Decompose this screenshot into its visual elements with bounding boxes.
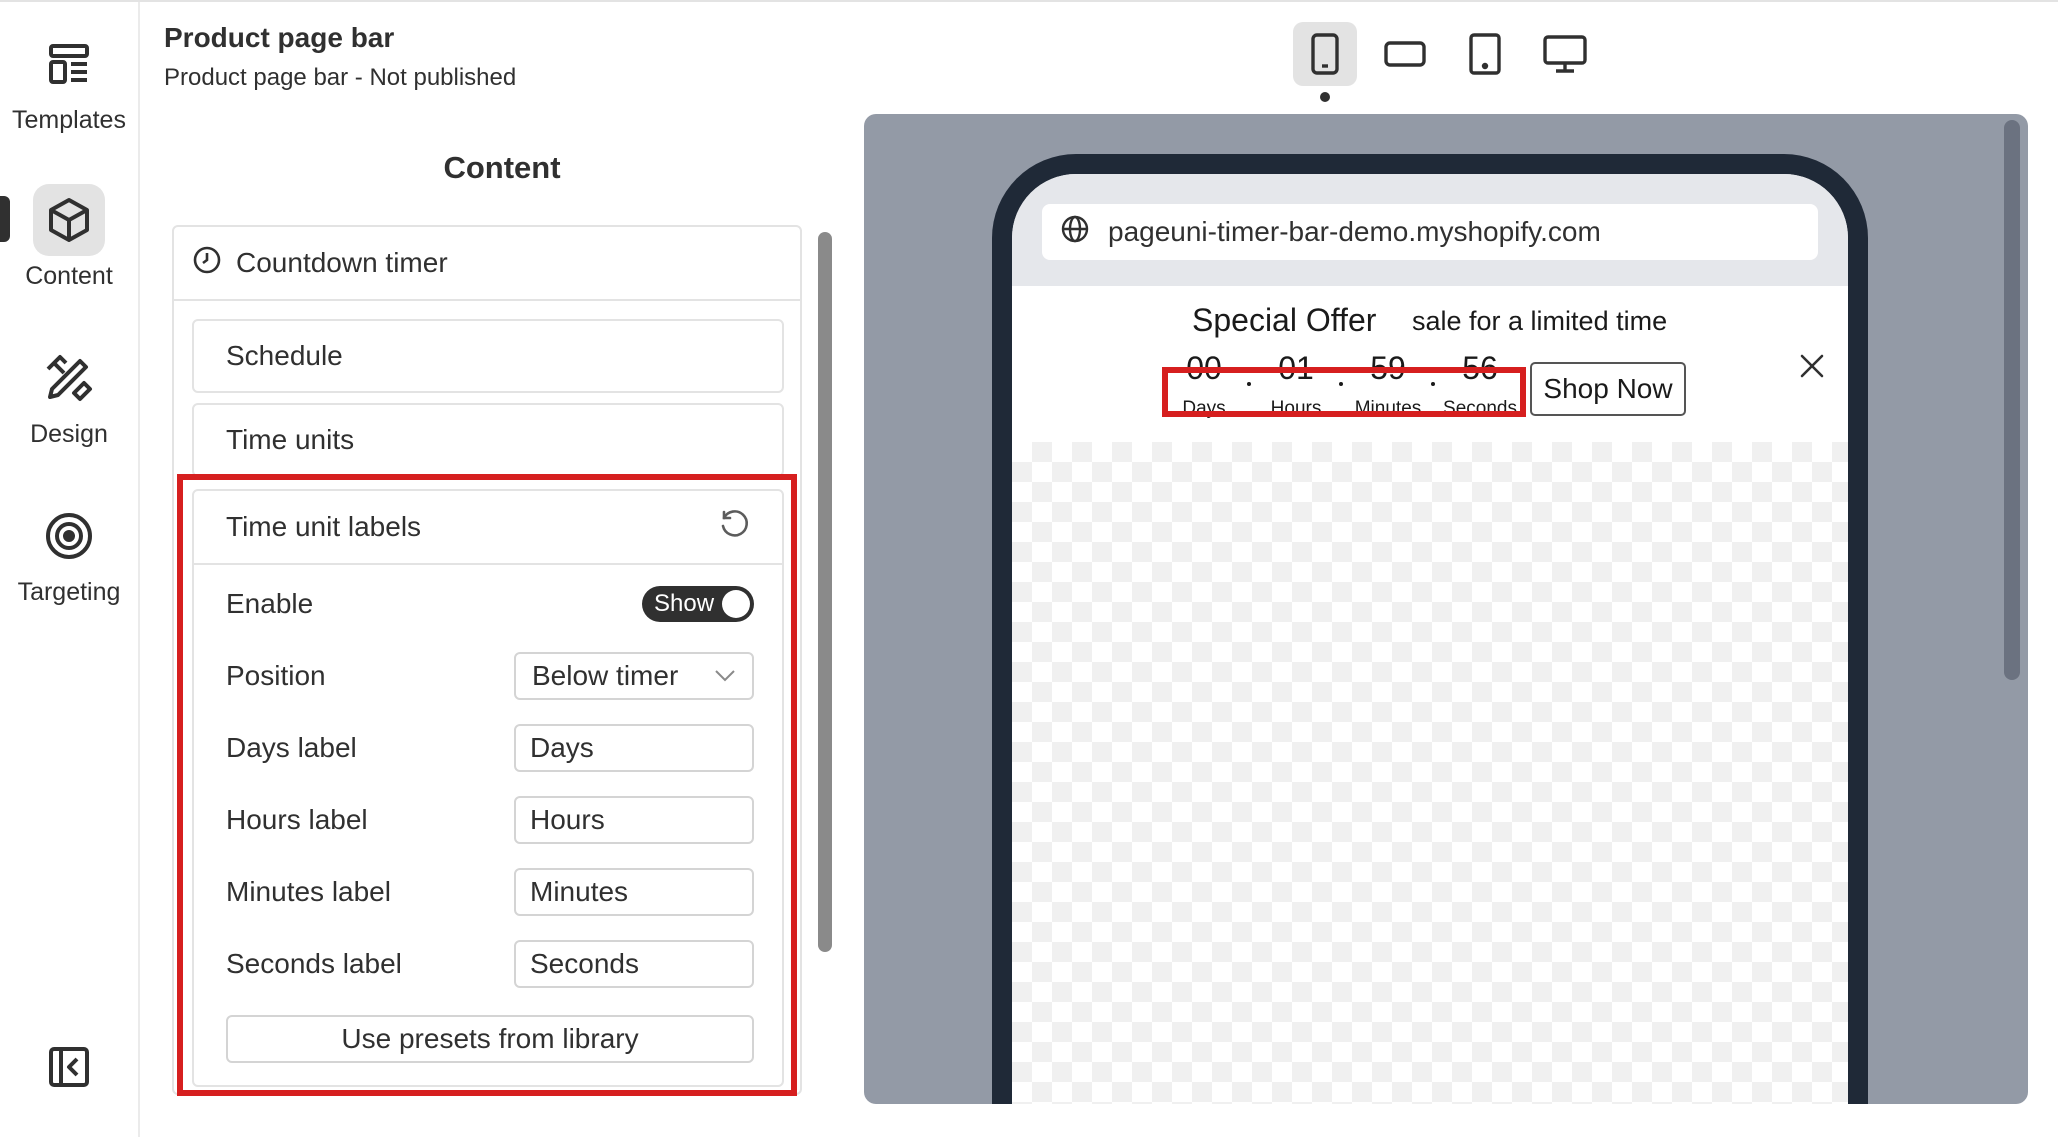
time-units-card[interactable]: Time units	[192, 403, 784, 477]
shop-now-button[interactable]: Shop Now	[1530, 362, 1686, 416]
card-label: Schedule	[226, 340, 343, 371]
cube-icon	[33, 184, 105, 256]
url-bar: pageuni-timer-bar-demo.myshopify.com	[1042, 204, 1818, 260]
active-device-dot	[1320, 92, 1330, 102]
page-title: Product page bar	[164, 22, 395, 53]
collapse-icon	[49, 1047, 89, 1087]
countdown-bar: Special Offer sale for a limited time 00…	[1012, 286, 1848, 442]
rail-label: Targeting	[17, 578, 121, 606]
target-icon	[33, 500, 105, 572]
mobile-icon	[1311, 33, 1339, 75]
rail-label: Content	[25, 262, 113, 290]
preview-area: pageuni-timer-bar-demo.myshopify.com Spe…	[864, 114, 2028, 1104]
schedule-card[interactable]: Schedule	[192, 319, 784, 393]
highlight-box-settings	[177, 474, 797, 1096]
rail-item-templates[interactable]: Templates	[0, 28, 138, 135]
device-mobile-landscape-button[interactable]	[1373, 22, 1437, 86]
rail-item-content[interactable]: Content	[0, 184, 138, 291]
rail-label: Templates	[12, 106, 126, 134]
design-tools-icon	[33, 342, 105, 414]
panel-scrollbar[interactable]	[818, 232, 832, 952]
tablet-icon	[1469, 33, 1501, 75]
highlight-box-preview	[1162, 367, 1526, 417]
mobile-landscape-icon	[1384, 41, 1426, 67]
desktop-icon	[1543, 35, 1587, 73]
browser-chrome: pageuni-timer-bar-demo.myshopify.com	[1012, 174, 1848, 286]
rail-item-targeting[interactable]: Targeting	[0, 500, 138, 607]
left-rail: Templates Content Design Targeting	[0, 2, 140, 1137]
top-border	[0, 0, 2058, 2]
device-desktop-button[interactable]	[1533, 22, 1597, 86]
clock-icon	[192, 245, 222, 282]
preview-scrollbar[interactable]	[2004, 120, 2020, 680]
device-tablet-button[interactable]	[1453, 22, 1517, 86]
templates-icon	[33, 28, 105, 100]
rail-item-design[interactable]: Design	[0, 342, 138, 449]
section-title: Countdown timer	[236, 247, 448, 278]
collapse-sidebar-button[interactable]	[44, 1042, 94, 1092]
page-canvas	[1012, 442, 1848, 1104]
url-text: pageuni-timer-bar-demo.myshopify.com	[1108, 216, 1601, 247]
content-heading: Content	[443, 150, 561, 185]
globe-icon	[1060, 214, 1090, 251]
page-subtitle: Product page bar - Not published	[164, 64, 517, 91]
card-label: Time units	[226, 424, 355, 455]
offer-title: Special Offer	[1192, 302, 1377, 338]
phone-frame: pageuni-timer-bar-demo.myshopify.com Spe…	[992, 154, 1868, 1104]
device-mobile-button[interactable]	[1293, 22, 1357, 86]
close-icon[interactable]	[1794, 348, 1830, 384]
offer-subtitle: sale for a limited time	[1412, 306, 1668, 336]
rail-label: Design	[30, 420, 108, 448]
countdown-timer-section[interactable]: Countdown timer	[174, 227, 800, 301]
